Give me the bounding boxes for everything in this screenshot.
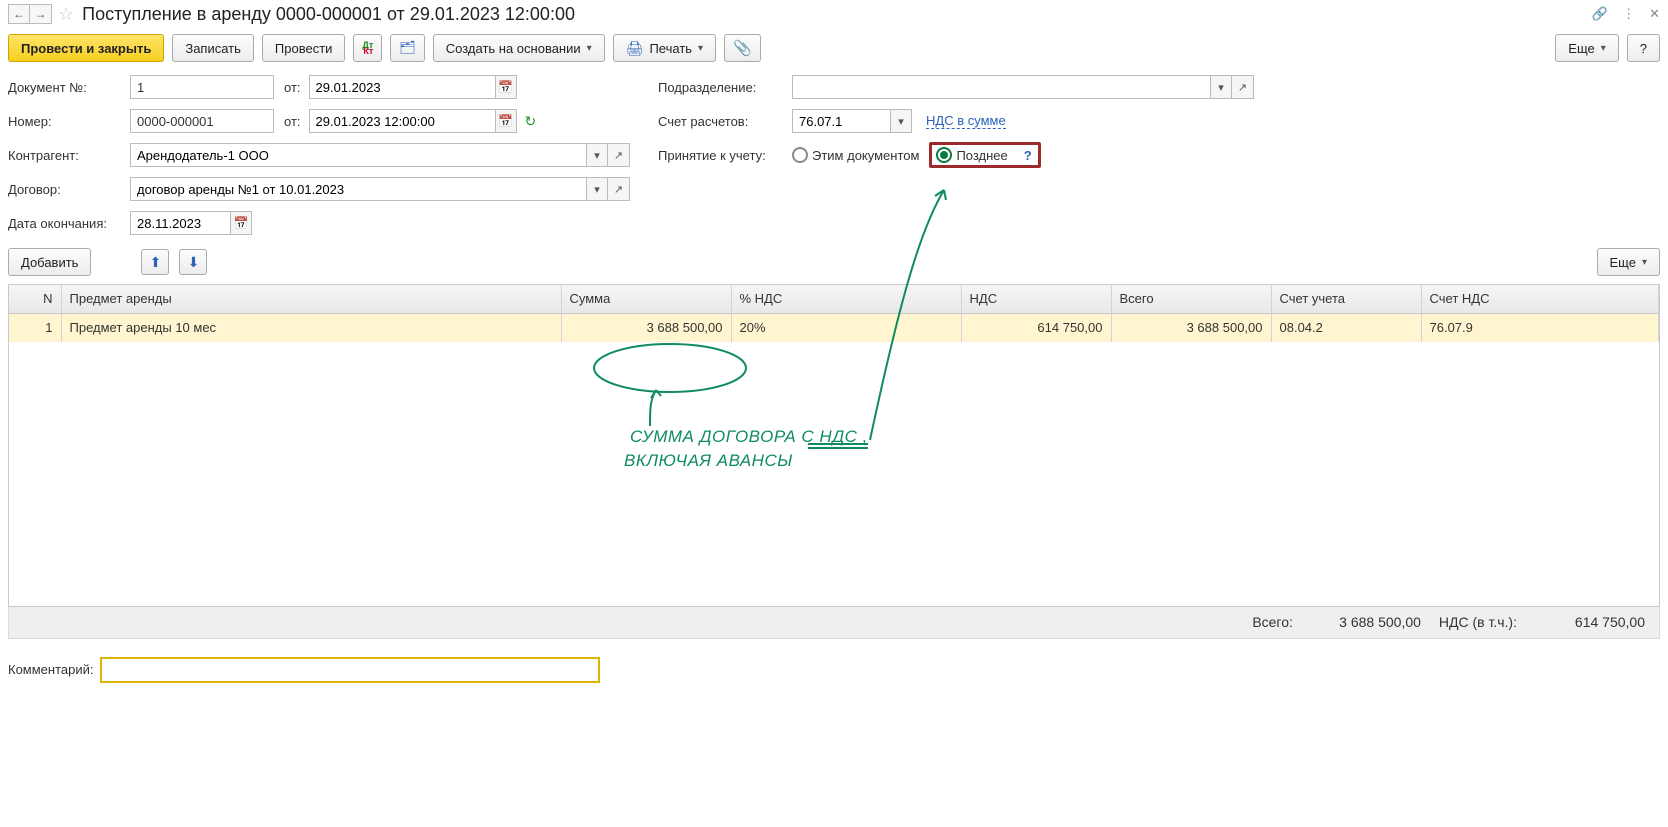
cell-vat: 614 750,00 <box>961 314 1111 342</box>
number-label: Номер: <box>8 114 130 129</box>
move-down-button[interactable]: ⬇ <box>179 249 207 275</box>
number-date-input[interactable] <box>309 109 495 133</box>
cell-vat-acc: 76.07.9 <box>1421 314 1659 342</box>
account-dropdown-button[interactable]: ▾ <box>890 109 912 133</box>
calendar-icon-3[interactable] <box>230 211 252 235</box>
nav-forward-button[interactable]: → <box>30 4 52 24</box>
doc-no-input[interactable] <box>130 75 274 99</box>
radio-checked-icon <box>936 147 952 163</box>
counterparty-dropdown-button[interactable]: ▾ <box>586 143 608 167</box>
counterparty-label: Контрагент: <box>8 148 130 163</box>
col-n[interactable]: N <box>9 285 61 313</box>
col-subject[interactable]: Предмет аренды <box>61 285 561 313</box>
favorite-star-icon[interactable]: ☆ <box>58 4 74 25</box>
structure-button[interactable]: 🗂 <box>390 34 425 62</box>
post-button[interactable]: Провести <box>262 34 346 62</box>
calendar-icon[interactable] <box>495 75 517 99</box>
col-total[interactable]: Всего <box>1111 285 1271 313</box>
print-button[interactable]: 🖨 Печать <box>613 34 716 62</box>
vat-label: НДС (в т.ч.): <box>1439 614 1517 630</box>
col-sum[interactable]: Сумма <box>561 285 731 313</box>
division-label: Подразделение: <box>658 80 792 95</box>
radio-this-document[interactable]: Этим документом <box>792 147 919 163</box>
contract-label: Договор: <box>8 182 130 197</box>
grid-more-button[interactable]: Еще <box>1597 248 1660 276</box>
total-value: 3 688 500,00 <box>1311 614 1421 630</box>
save-button[interactable]: Записать <box>172 34 254 62</box>
comment-label: Комментарий: <box>8 662 94 677</box>
help-button[interactable]: ? <box>1627 34 1660 62</box>
division-input[interactable] <box>792 75 1210 99</box>
attach-button[interactable]: 📎 <box>724 34 761 62</box>
total-label: Всего: <box>1252 614 1293 630</box>
radio-icon <box>792 147 808 163</box>
doc-no-label: Документ №: <box>8 80 130 95</box>
contract-dropdown-button[interactable]: ▾ <box>586 177 608 201</box>
counterparty-open-button[interactable]: ↗ <box>608 143 630 167</box>
calendar-icon-2[interactable] <box>495 109 517 133</box>
post-and-close-button[interactable]: Провести и закрыть <box>8 34 164 62</box>
col-acc[interactable]: Счет учета <box>1271 285 1421 313</box>
contract-open-button[interactable]: ↗ <box>608 177 630 201</box>
radio-later-label: Позднее <box>956 148 1007 163</box>
col-vat-acc[interactable]: Счет НДС <box>1421 285 1659 313</box>
create-based-button[interactable]: Создать на основании <box>433 34 605 62</box>
division-dropdown-button[interactable]: ▾ <box>1210 75 1232 99</box>
counterparty-input[interactable] <box>130 143 586 167</box>
cell-total: 3 688 500,00 <box>1111 314 1271 342</box>
contract-input[interactable] <box>130 177 586 201</box>
totals-bar: Всего: 3 688 500,00 НДС (в т.ч.): 614 75… <box>8 607 1660 639</box>
col-vat[interactable]: НДС <box>961 285 1111 313</box>
help-icon[interactable]: ? <box>1024 148 1032 163</box>
dtkt-icon: ДтКт <box>362 41 373 55</box>
printer-icon: 🖨 <box>626 40 644 57</box>
vat-mode-link[interactable]: НДС в сумме <box>926 113 1006 129</box>
radio-later[interactable]: Позднее <box>936 147 1007 163</box>
link-icon[interactable]: 🔗 <box>1592 6 1608 22</box>
nav-back-button[interactable]: ← <box>8 4 30 24</box>
more-menu-icon[interactable] <box>1622 6 1635 22</box>
accept-label: Принятие к учету: <box>658 148 792 163</box>
paperclip-icon: 📎 <box>733 39 752 57</box>
vat-value: 614 750,00 <box>1535 614 1645 630</box>
structure-icon: 🗂 <box>399 40 416 56</box>
cell-acc: 08.04.2 <box>1271 314 1421 342</box>
add-row-button[interactable]: Добавить <box>8 248 91 276</box>
account-label: Счет расчетов: <box>658 114 792 129</box>
end-date-input[interactable] <box>130 211 230 235</box>
cell-subject: Предмет аренды 10 мес <box>61 314 561 342</box>
refresh-icon[interactable]: ↻ <box>525 113 537 130</box>
comment-input[interactable] <box>100 657 600 683</box>
cell-sum: 3 688 500,00 <box>561 314 731 342</box>
account-input[interactable] <box>792 109 890 133</box>
toolbar-more-button[interactable]: Еще <box>1555 34 1618 62</box>
page-title: Поступление в аренду 0000-000001 от 29.0… <box>82 4 575 25</box>
items-grid: N Предмет аренды Сумма % НДС НДС Всего С… <box>8 284 1660 607</box>
cell-n: 1 <box>9 314 61 342</box>
number-input[interactable] <box>130 109 274 133</box>
move-up-button[interactable]: ⬆ <box>141 249 169 275</box>
col-vat-pct[interactable]: % НДС <box>731 285 961 313</box>
radio-this-document-label: Этим документом <box>812 148 919 163</box>
print-label: Печать <box>649 41 692 56</box>
from-label-2: от: <box>284 114 301 129</box>
division-open-button[interactable]: ↗ <box>1232 75 1254 99</box>
end-date-label: Дата окончания: <box>8 216 130 231</box>
dtkt-button[interactable]: ДтКт <box>353 34 382 62</box>
close-icon[interactable]: ✕ <box>1649 6 1660 22</box>
doc-date-input[interactable] <box>309 75 495 99</box>
table-row[interactable]: 1 Предмет аренды 10 мес 3 688 500,00 20%… <box>9 314 1659 342</box>
from-label-1: от: <box>284 80 301 95</box>
cell-vat-pct: 20% <box>731 314 961 342</box>
